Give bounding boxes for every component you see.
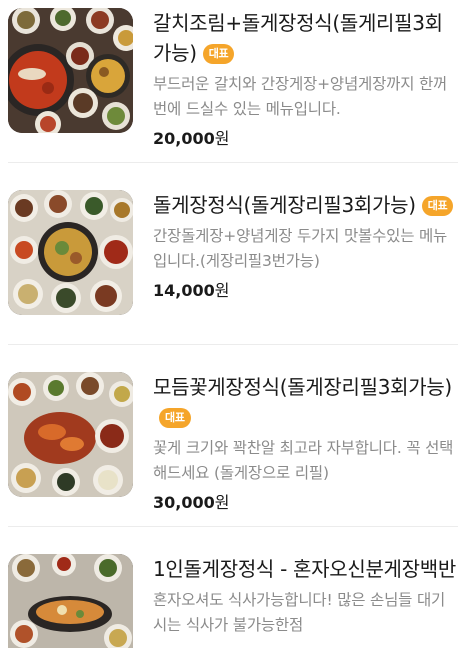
menu-item-title: 돌게장정식(돌게장리필3회가능) 대표	[153, 190, 458, 220]
menu-item-photo[interactable]	[8, 554, 133, 648]
menu-list: 갈치조림+돌게장정식(돌게리필3회가능) 대표 부드러운 갈치와 간장게장+양념게…	[0, 0, 466, 648]
price-unit: 원	[214, 129, 230, 148]
divider	[8, 526, 458, 527]
menu-item-photo[interactable]	[8, 190, 133, 315]
signature-badge: 대표	[159, 408, 191, 428]
price-unit: 원	[214, 493, 230, 512]
menu-item-info: 돌게장정식(돌게장리필3회가능) 대표 간장돌게장+양념게장 두가지 맛볼수있는 …	[153, 190, 458, 302]
menu-item[interactable]: 1인돌게장정식 - 혼자오신분게장백반 혼자오셔도 식사가능합니다! 많은 손님…	[8, 554, 458, 648]
price-amount: 20,000	[153, 129, 215, 148]
divider	[8, 344, 458, 345]
menu-item-description: 꽃게 크기와 꽉찬알 최고라 자부합니다. 꼭 선택해드세요 (돌게장으로 리필…	[153, 439, 454, 482]
menu-item[interactable]: 모듬꽃게장정식(돌게장리필3회가능)대표 꽃게 크기와 꽉찬알 최고라 자부합니…	[8, 372, 458, 512]
menu-item-info: 1인돌게장정식 - 혼자오신분게장백반 혼자오셔도 식사가능합니다! 많은 손님…	[153, 554, 458, 638]
menu-item-price: 30,000원	[153, 492, 458, 514]
menu-item-description: 부드러운 갈치와 간장게장+양념게장까지 한꺼번에 드실수 있는 메뉴입니다.	[153, 75, 448, 118]
menu-item-photo[interactable]	[8, 372, 133, 497]
price-amount: 30,000	[153, 493, 215, 512]
menu-item-price: 20,000원	[153, 128, 458, 150]
menu-item-description: 간장돌게장+양념게장 두가지 맛볼수있는 메뉴입니다.(게장리필3번가능)	[153, 227, 448, 270]
menu-item-info: 모듬꽃게장정식(돌게장리필3회가능)대표 꽃게 크기와 꽉찬알 최고라 자부합니…	[153, 372, 458, 514]
menu-item[interactable]: 돌게장정식(돌게장리필3회가능) 대표 간장돌게장+양념게장 두가지 맛볼수있는 …	[8, 190, 458, 330]
menu-item-title: 갈치조림+돌게장정식(돌게리필3회가능) 대표	[153, 11, 443, 65]
menu-item-title: 1인돌게장정식 - 혼자오신분게장백반	[153, 557, 456, 581]
menu-item[interactable]: 갈치조림+돌게장정식(돌게리필3회가능) 대표 부드러운 갈치와 간장게장+양념게…	[8, 8, 458, 148]
price-amount: 14,000	[153, 281, 215, 300]
menu-item-price: 14,000원	[153, 280, 458, 302]
price-unit: 원	[214, 281, 230, 300]
menu-item-info: 갈치조림+돌게장정식(돌게리필3회가능) 대표 부드러운 갈치와 간장게장+양념게…	[153, 8, 458, 150]
menu-item-title: 모듬꽃게장정식(돌게장리필3회가능)대표	[153, 372, 458, 432]
menu-item-description: 혼자오셔도 식사가능합니다! 많은 손님들 대기시는 식사가 불가능한점	[153, 591, 446, 634]
signature-badge: 대표	[421, 196, 454, 216]
menu-item-photo[interactable]	[8, 8, 133, 133]
signature-badge: 대표	[202, 44, 235, 64]
divider	[8, 162, 458, 163]
